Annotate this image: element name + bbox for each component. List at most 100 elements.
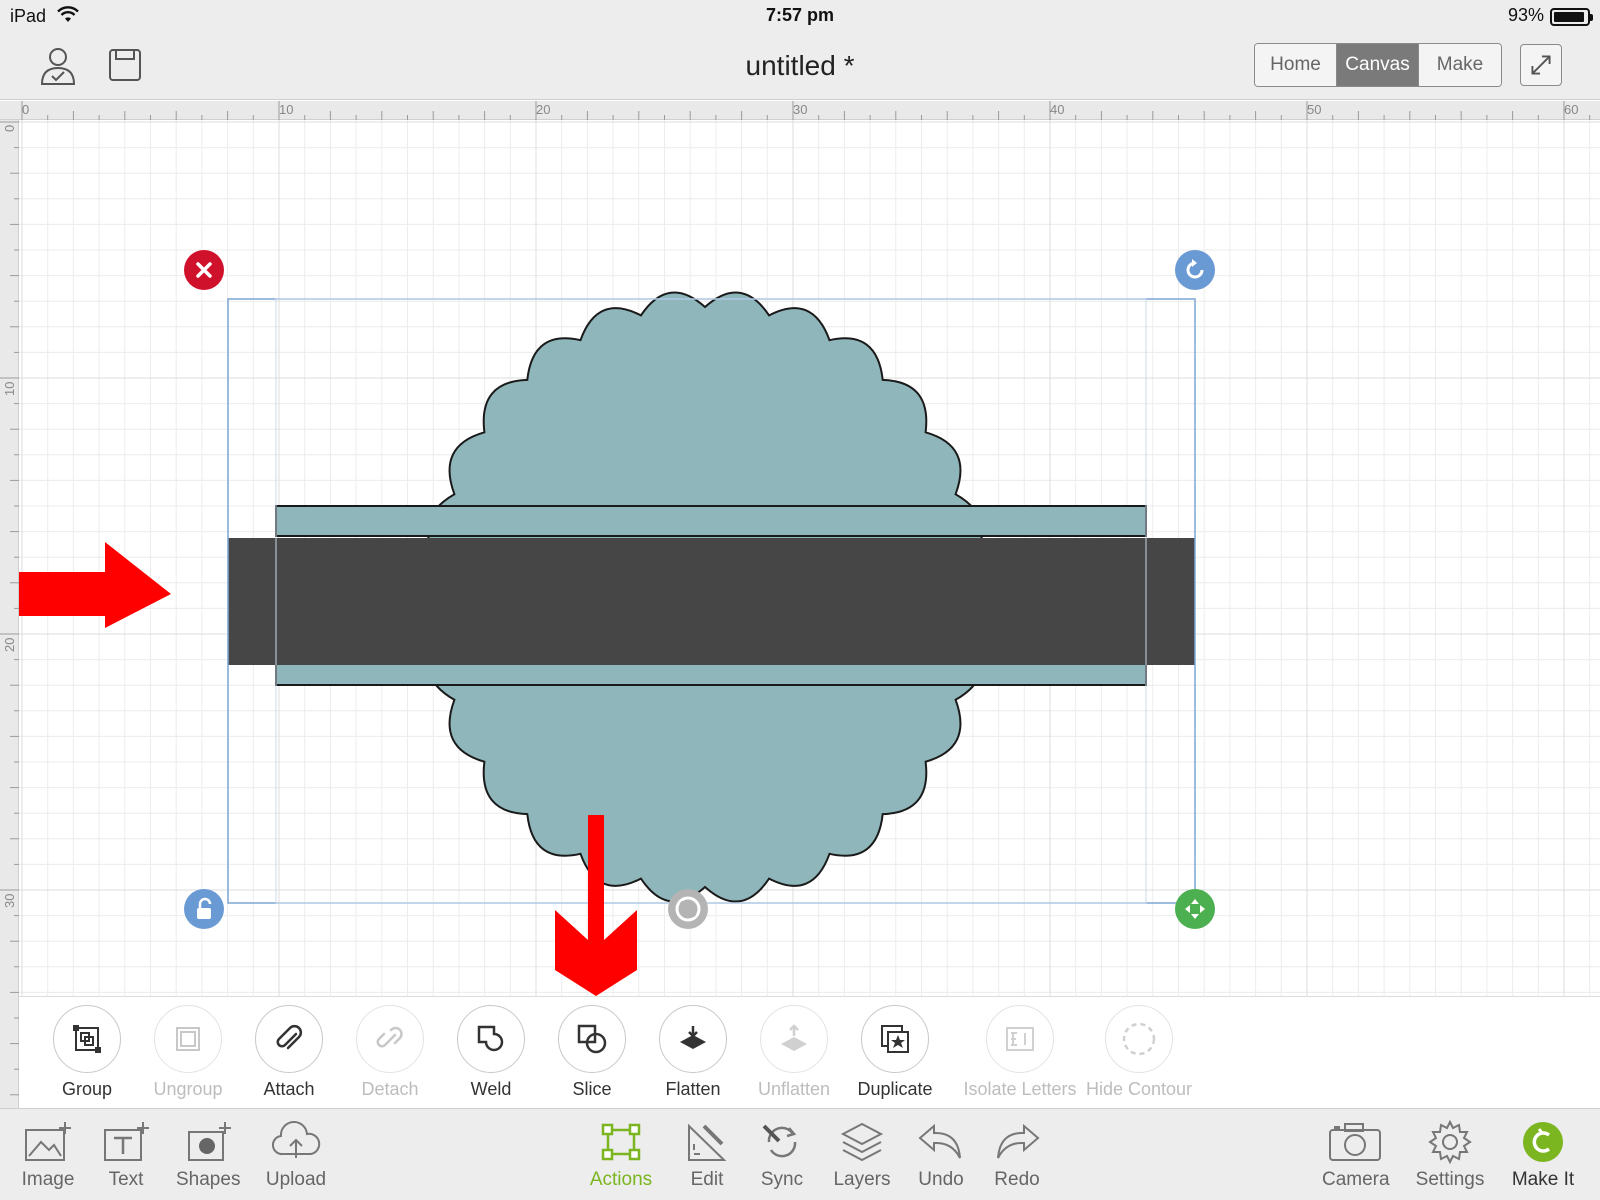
paperclip-icon [276,1024,303,1050]
flatten-button[interactable]: Flatten [641,1005,745,1100]
view-switcher: Home Canvas Make [1254,43,1502,87]
hide-contour-icon [1122,1022,1156,1056]
ruler-label: 20 [2,638,17,652]
bottom-label: Make It [1511,1169,1575,1190]
group-button[interactable]: Group [35,1005,139,1100]
weld-button[interactable]: Weld [439,1005,543,1100]
bottom-label: Upload [265,1169,327,1190]
close-icon [196,262,212,278]
camera-button[interactable]: Camera [1322,1117,1390,1191]
ruler-label: 40 [1050,102,1064,117]
status-bar: iPad 7:57 pm 93% [0,0,1600,32]
shapes-button[interactable]: Shapes [176,1117,240,1191]
slice-button[interactable]: Slice [540,1005,644,1100]
bottom-label: Sync [760,1169,804,1190]
flip-icon [675,896,701,922]
dark-band-shape[interactable] [228,538,1195,665]
isolate-letters-button[interactable]: Isolate Letters [955,1005,1085,1100]
layers-tab[interactable]: Layers [832,1117,892,1191]
gear-icon [1428,1119,1472,1165]
rotate-handle[interactable] [1175,250,1215,290]
delete-handle[interactable] [184,250,224,290]
weld-icon [477,1025,504,1052]
tab-canvas[interactable]: Canvas [1337,44,1419,86]
edit-tab[interactable]: Edit [682,1117,732,1191]
detach-icon [376,1026,403,1048]
action-label: Slice [572,1079,612,1099]
bottom-label: Edit [690,1169,724,1190]
actions-icon [601,1123,641,1161]
bottom-label: Actions [589,1169,653,1190]
action-label: Detach [361,1079,419,1099]
duplicate-button[interactable]: Duplicate [843,1005,947,1100]
bottom-bar: Image Text Shapes Upload Actions Edit Sy… [0,1108,1600,1200]
ruler-label: 60 [1564,102,1578,117]
ruler-label: 0 [22,102,29,117]
ruler-label: 30 [793,102,807,117]
undo-icon [918,1123,961,1159]
bottom-label: Shapes [176,1169,241,1190]
upload-cloud-icon [272,1121,321,1158]
bottom-label: Undo [918,1169,964,1190]
redo-button[interactable]: Redo [990,1117,1044,1191]
detach-button[interactable]: Detach [338,1005,442,1100]
action-label: Attach [263,1079,315,1099]
bottom-label: Layers [833,1169,891,1190]
bottom-label: Camera [1322,1169,1390,1190]
action-label: Isolate Letters [963,1079,1077,1099]
battery-percent: 93% [1507,5,1544,25]
rotate-icon [1186,259,1204,279]
duplicate-icon [881,1025,909,1053]
ungroup-icon [176,1027,200,1051]
isolate-letters-icon [1006,1027,1034,1051]
image-add-icon [25,1122,71,1161]
hide-contour-button[interactable]: Hide Contour [1074,1005,1204,1100]
label-tab-top [275,505,1147,537]
vertical-ruler: 0 10 20 30 [0,120,19,1108]
bottom-label: Text [108,1169,144,1190]
edit-icon [688,1123,727,1161]
tab-make[interactable]: Make [1419,44,1501,86]
unlock-icon [197,897,212,919]
settings-button[interactable]: Settings [1414,1117,1486,1191]
undo-button[interactable]: Undo [914,1117,968,1191]
ruler-label: 50 [1307,102,1321,117]
camera-icon [1329,1123,1381,1161]
slice-icon [577,1024,607,1054]
clock: 7:57 pm [765,5,835,25]
upload-button[interactable]: Upload [264,1117,328,1191]
image-button[interactable]: Image [20,1117,76,1191]
action-label: Unflatten [757,1079,831,1099]
tab-home[interactable]: Home [1255,44,1337,86]
ruler-label: 10 [279,102,293,117]
ruler-label: 0 [2,125,17,132]
redo-icon [997,1123,1040,1159]
ungroup-button[interactable]: Ungroup [136,1005,240,1100]
resize-handle[interactable] [1175,889,1215,929]
group-icon [73,1025,101,1053]
flatten-icon [680,1026,706,1049]
fullscreen-icon[interactable] [1520,44,1562,86]
unflatten-icon [781,1024,807,1051]
horizontal-ruler: 0 10 20 30 40 50 60 [0,101,1600,120]
bottom-label: Redo [994,1169,1040,1190]
text-button[interactable]: Text [98,1117,154,1191]
make-it-button[interactable]: Make It [1508,1117,1578,1191]
lock-handle[interactable] [184,889,224,929]
attach-button[interactable]: Attach [237,1005,341,1100]
text-add-icon [104,1122,149,1161]
flip-handle[interactable] [668,889,708,929]
shapes-add-icon [188,1122,231,1161]
sync-icon [762,1124,797,1158]
ruler-label: 10 [2,382,17,396]
action-label: Group [61,1079,113,1099]
action-label: Hide Contour [1085,1079,1193,1099]
sync-tab[interactable]: Sync [756,1117,808,1191]
unflatten-button[interactable]: Unflatten [742,1005,846,1100]
bottom-label: Image [21,1169,75,1190]
action-label: Weld [470,1079,512,1099]
design-canvas[interactable] [19,120,1600,996]
make-it-icon [1523,1122,1563,1162]
bottom-label: Settings [1415,1169,1485,1190]
actions-tab[interactable]: Actions [586,1117,656,1191]
